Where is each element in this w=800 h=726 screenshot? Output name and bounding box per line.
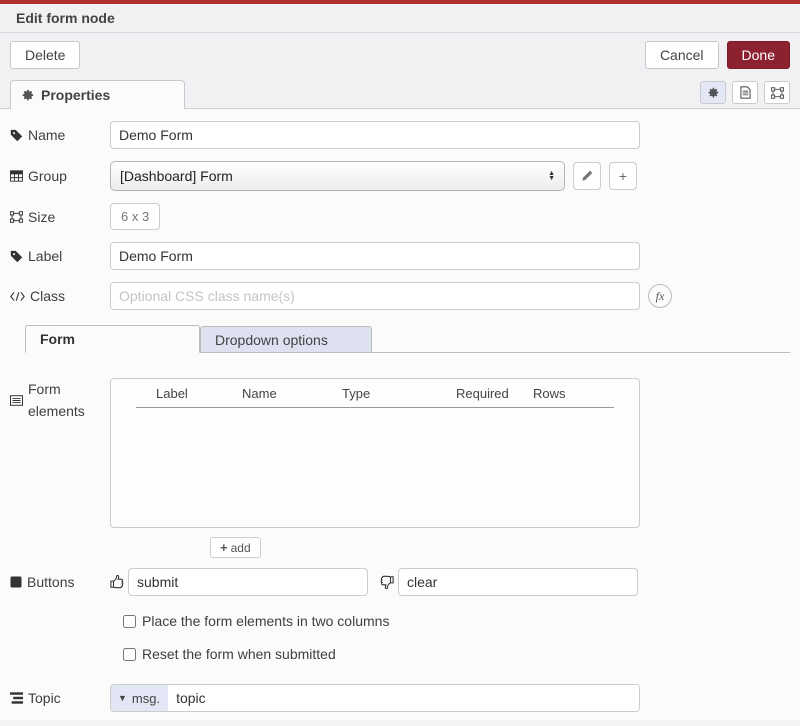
fx-button[interactable]: fx bbox=[648, 284, 672, 308]
form-elements-editor: Label Name Type Required Rows + add bbox=[110, 378, 640, 558]
plus-icon: + bbox=[619, 168, 627, 184]
tasks-icon bbox=[10, 692, 23, 704]
column-header: Label bbox=[136, 386, 242, 401]
object-group-icon bbox=[10, 211, 23, 223]
object-group-icon bbox=[771, 87, 784, 99]
class-row: Class fx bbox=[10, 282, 790, 310]
node-description-button[interactable] bbox=[732, 81, 758, 104]
delete-button[interactable]: Delete bbox=[10, 41, 80, 69]
reset-form-checkbox[interactable] bbox=[123, 648, 136, 661]
topic-input[interactable] bbox=[168, 685, 639, 711]
column-header: Required bbox=[456, 386, 533, 401]
group-select-value: [Dashboard] Form bbox=[120, 168, 233, 184]
table-icon bbox=[10, 170, 23, 182]
class-label: Class bbox=[10, 288, 110, 304]
topic-label: Topic bbox=[10, 690, 110, 706]
topic-type-label: msg. bbox=[132, 691, 160, 706]
reset-form-checkbox-label: Reset the form when submitted bbox=[142, 646, 336, 662]
node-appearance-button[interactable] bbox=[764, 81, 790, 104]
two-columns-checkbox[interactable] bbox=[123, 615, 136, 628]
two-columns-checkbox-label: Place the form elements in two columns bbox=[142, 613, 389, 629]
group-label: Group bbox=[10, 168, 110, 184]
subtab-dropdown-options[interactable]: Dropdown options bbox=[200, 326, 372, 353]
tab-properties[interactable]: Properties bbox=[10, 80, 185, 109]
topic-typed-input: ▼ msg. bbox=[110, 684, 640, 712]
code-icon bbox=[10, 291, 25, 302]
class-input[interactable] bbox=[110, 282, 640, 310]
column-header: Type bbox=[342, 386, 456, 401]
form-elements-list[interactable]: Label Name Type Required Rows bbox=[110, 378, 640, 528]
edit-group-button[interactable] bbox=[573, 162, 601, 190]
label-input[interactable] bbox=[110, 242, 640, 270]
done-button[interactable]: Done bbox=[727, 41, 790, 69]
column-header: Rows bbox=[533, 386, 614, 401]
group-row: Group [Dashboard] Form ▲▼ + bbox=[10, 161, 790, 191]
tag-icon bbox=[10, 129, 23, 142]
buttons-row: Buttons bbox=[10, 568, 790, 596]
tab-properties-label: Properties bbox=[41, 87, 110, 103]
name-row: Name bbox=[10, 121, 790, 149]
group-select[interactable]: [Dashboard] Form ▲▼ bbox=[110, 161, 565, 191]
plus-icon: + bbox=[220, 540, 228, 555]
node-settings-button[interactable] bbox=[700, 81, 726, 104]
select-arrows-icon: ▲▼ bbox=[548, 171, 555, 181]
reset-form-checkbox-row: Reset the form when submitted bbox=[123, 646, 790, 662]
editor-tabbar: Properties bbox=[0, 77, 800, 109]
square-icon bbox=[10, 576, 22, 588]
gear-icon bbox=[707, 87, 719, 99]
add-element-button[interactable]: + add bbox=[210, 537, 261, 558]
thumbs-up-icon bbox=[110, 575, 124, 589]
label-row: Label bbox=[10, 242, 790, 270]
submit-button-label-input[interactable] bbox=[128, 568, 368, 596]
toolbar-right: Cancel Done bbox=[645, 41, 790, 69]
name-label: Name bbox=[10, 127, 110, 143]
form-elements-header: Label Name Type Required Rows bbox=[136, 386, 614, 408]
form-elements-section: Form elements Label Name Type Required R… bbox=[10, 378, 790, 558]
buttons-label: Buttons bbox=[10, 574, 110, 590]
tray-toolbar: Delete Cancel Done bbox=[0, 33, 800, 77]
thumbs-down-icon bbox=[380, 575, 394, 589]
size-row: Size 6 x 3 bbox=[10, 203, 790, 230]
two-columns-checkbox-row: Place the form elements in two columns bbox=[123, 613, 790, 629]
edit-node-tray: Edit form node Delete Cancel Done Proper… bbox=[0, 0, 800, 726]
subtab-form[interactable]: Form bbox=[25, 325, 200, 353]
cancel-button[interactable]: Cancel bbox=[645, 41, 719, 69]
tag-icon bbox=[10, 250, 23, 263]
name-input[interactable] bbox=[110, 121, 640, 149]
doc-icon bbox=[740, 86, 751, 99]
form-subtabs: Form Dropdown options bbox=[25, 324, 790, 353]
topic-type-selector[interactable]: ▼ msg. bbox=[111, 685, 168, 711]
list-alt-icon bbox=[10, 395, 23, 406]
gear-icon bbox=[21, 89, 34, 102]
properties-panel: Name Group [Dashboard] Form ▲▼ bbox=[0, 109, 800, 720]
size-label: Size bbox=[10, 209, 110, 225]
topic-row: Topic ▼ msg. bbox=[10, 684, 790, 712]
clear-button-label-input[interactable] bbox=[398, 568, 638, 596]
size-button[interactable]: 6 x 3 bbox=[110, 203, 160, 230]
column-header: Name bbox=[242, 386, 342, 401]
editor-tab-icons bbox=[700, 81, 790, 104]
fx-icon: fx bbox=[656, 289, 665, 304]
label-label: Label bbox=[10, 248, 110, 264]
dialog-title: Edit form node bbox=[0, 4, 800, 33]
form-elements-label: Form elements bbox=[10, 378, 110, 423]
caret-down-icon: ▼ bbox=[118, 693, 127, 703]
add-group-button[interactable]: + bbox=[609, 162, 637, 190]
pencil-icon bbox=[581, 170, 593, 182]
